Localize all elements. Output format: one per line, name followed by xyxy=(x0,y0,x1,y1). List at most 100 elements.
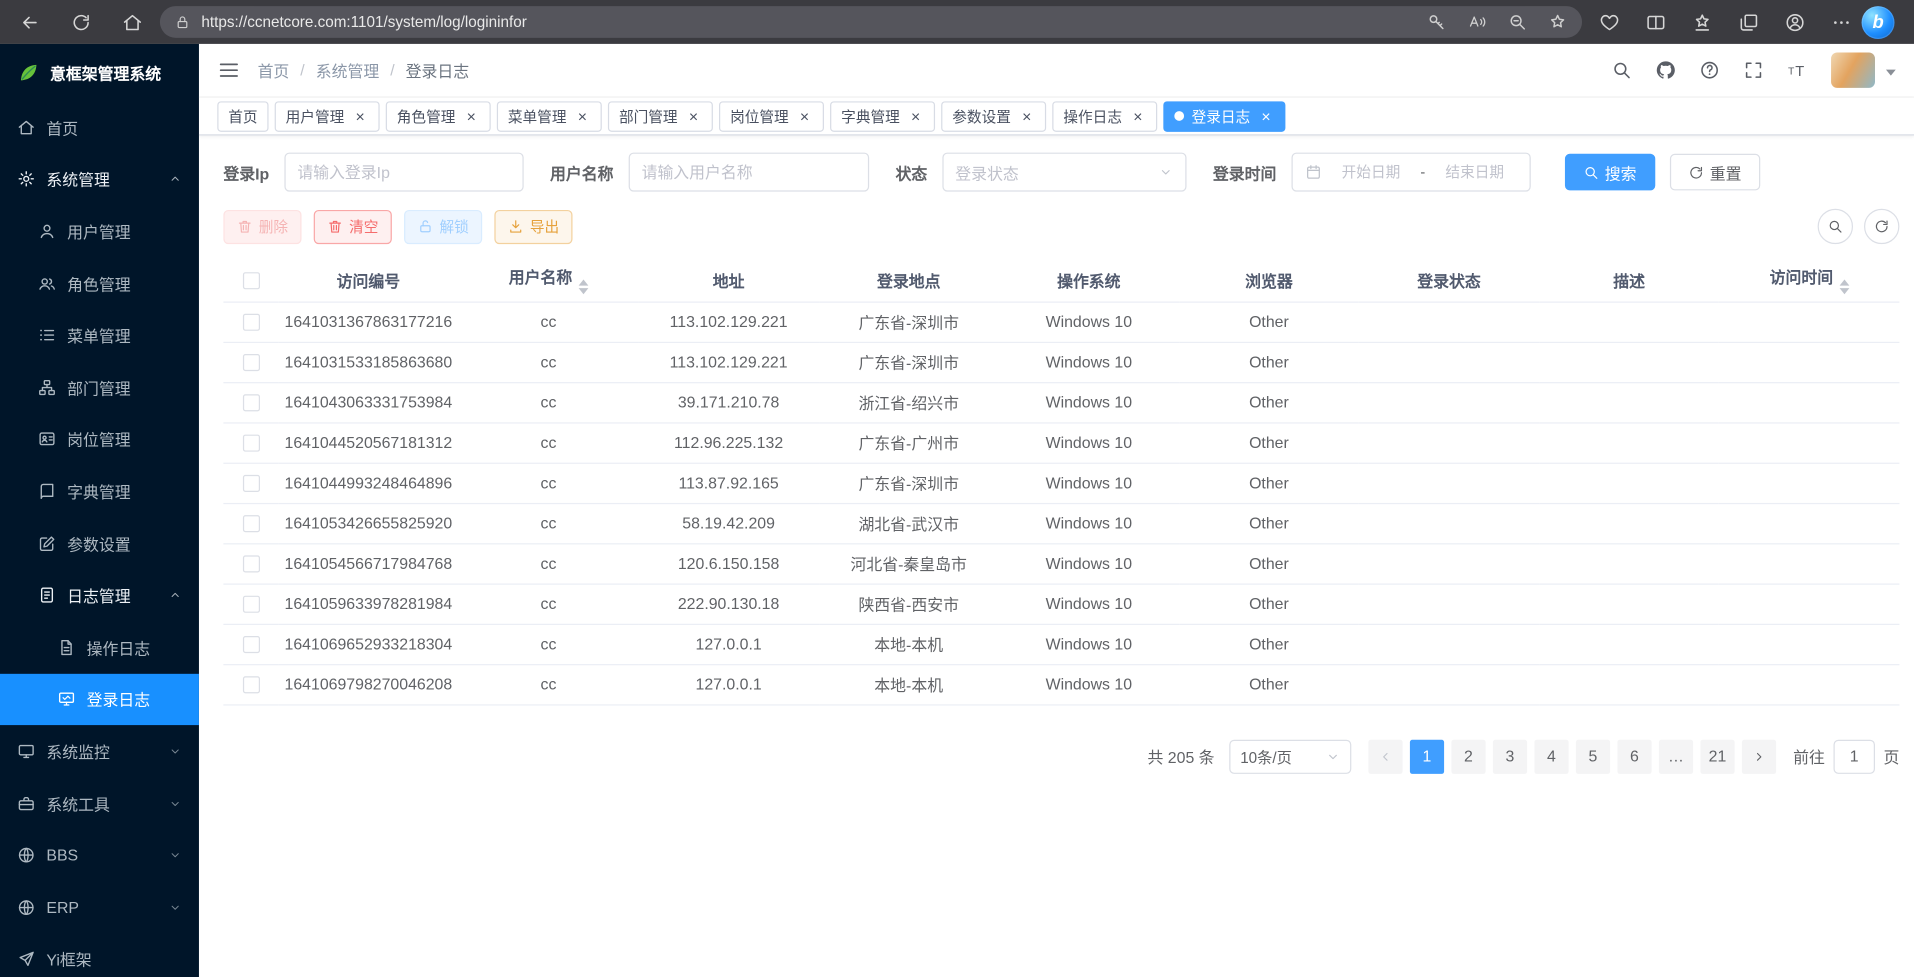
breadcrumb-item[interactable]: 首页 xyxy=(258,59,290,82)
start-date-input[interactable] xyxy=(1329,164,1413,181)
table-row[interactable]: 1641044993248464896cc113.87.92.165广东省-深圳… xyxy=(223,463,1899,503)
unlock-button[interactable]: 解锁 xyxy=(404,209,482,243)
tab-home[interactable]: 首页 xyxy=(217,101,268,132)
fullscreen-icon[interactable] xyxy=(1743,60,1764,81)
user-name-input[interactable] xyxy=(642,163,856,181)
column-header[interactable]: 登录地点 xyxy=(819,259,999,302)
github-icon[interactable] xyxy=(1655,60,1676,81)
login-ip-field[interactable] xyxy=(284,153,523,192)
close-icon[interactable]: × xyxy=(907,107,924,124)
sidebar-item-param-settings[interactable]: 参数设置 xyxy=(0,517,199,569)
profile-icon[interactable] xyxy=(1785,12,1806,33)
date-range-picker[interactable]: - xyxy=(1291,153,1530,192)
sort-icon[interactable] xyxy=(578,280,588,295)
column-header[interactable]: 浏览器 xyxy=(1179,259,1359,302)
select-all-checkbox[interactable] xyxy=(242,272,259,289)
tab-param-settings[interactable]: 参数设置× xyxy=(941,101,1046,132)
close-icon[interactable]: × xyxy=(1018,107,1035,124)
zoom-out-icon[interactable] xyxy=(1508,12,1528,32)
page-button-21[interactable]: 21 xyxy=(1700,739,1734,773)
sidebar-item-dict-mgmt[interactable]: 字典管理 xyxy=(0,465,199,517)
status-select[interactable]: 登录状态 xyxy=(942,153,1186,192)
sort-icon[interactable] xyxy=(1839,280,1849,295)
next-page-button[interactable] xyxy=(1742,739,1776,773)
column-header[interactable]: 描述 xyxy=(1539,259,1719,302)
address-bar[interactable]: https://ccnetcore.com:1101/system/log/lo… xyxy=(160,6,1582,38)
goto-page-input[interactable] xyxy=(1833,739,1875,773)
home-icon[interactable] xyxy=(122,12,143,33)
collections-icon[interactable] xyxy=(1738,12,1759,33)
question-icon[interactable] xyxy=(1699,60,1720,81)
row-checkbox[interactable] xyxy=(242,596,259,613)
favorites-bar-icon[interactable] xyxy=(1692,12,1713,33)
close-icon[interactable]: × xyxy=(685,107,702,124)
user-name-field[interactable] xyxy=(628,153,868,192)
end-date-input[interactable] xyxy=(1433,164,1517,181)
table-row[interactable]: 1641069652933218304cc127.0.0.1本地-本机Windo… xyxy=(223,624,1899,664)
row-checkbox[interactable] xyxy=(242,314,259,331)
sidebar-item-system-monitor[interactable]: 系统监控 xyxy=(0,725,199,777)
row-checkbox[interactable] xyxy=(242,677,259,694)
row-checkbox[interactable] xyxy=(242,435,259,452)
table-row[interactable]: 1641069798270046208cc127.0.0.1本地-本机Windo… xyxy=(223,664,1899,704)
column-header[interactable]: 地址 xyxy=(639,259,819,302)
sidebar-item-bbs[interactable]: BBS xyxy=(0,829,199,881)
back-arrow-icon[interactable] xyxy=(20,12,41,33)
sidebar-item-home[interactable]: 首页 xyxy=(0,101,199,153)
export-button[interactable]: 导出 xyxy=(494,209,572,243)
page-button-2[interactable]: 2 xyxy=(1451,739,1485,773)
tab-role-mgmt[interactable]: 角色管理× xyxy=(386,101,491,132)
tab-dict-mgmt[interactable]: 字典管理× xyxy=(830,101,935,132)
browser-essentials-icon[interactable] xyxy=(1599,12,1620,33)
tab-menu-mgmt[interactable]: 菜单管理× xyxy=(497,101,602,132)
search-button[interactable]: 搜索 xyxy=(1564,154,1654,191)
split-screen-icon[interactable] xyxy=(1646,12,1667,33)
page-button-4[interactable]: 4 xyxy=(1534,739,1568,773)
close-icon[interactable]: × xyxy=(574,107,591,124)
close-icon[interactable]: × xyxy=(352,107,369,124)
app-logo[interactable]: 意框架管理系统 xyxy=(0,44,199,101)
avatar[interactable] xyxy=(1831,52,1875,87)
page-size-select[interactable]: 10条/页 xyxy=(1229,739,1351,773)
row-checkbox[interactable] xyxy=(242,395,259,412)
row-checkbox[interactable] xyxy=(242,556,259,573)
column-header[interactable]: 访问编号 xyxy=(278,259,458,302)
table-row[interactable]: 1641053426655825920cc58.19.42.209湖北省-武汉市… xyxy=(223,503,1899,543)
more-pages-button[interactable]: … xyxy=(1659,739,1693,773)
column-header[interactable]: 登录状态 xyxy=(1359,259,1539,302)
sidebar-item-user-mgmt[interactable]: 用户管理 xyxy=(0,205,199,257)
delete-button[interactable]: 删除 xyxy=(223,209,301,243)
close-icon[interactable]: × xyxy=(1258,107,1275,124)
table-row[interactable]: 1641031367863177216cc113.102.129.221广东省-… xyxy=(223,302,1899,342)
table-row[interactable]: 1641054566717984768cc120.6.150.158河北省-秦皇… xyxy=(223,543,1899,583)
sidebar-item-erp[interactable]: ERP xyxy=(0,881,199,933)
hamburger-icon[interactable] xyxy=(217,59,240,82)
prev-page-button[interactable] xyxy=(1368,739,1402,773)
clear-button[interactable]: 清空 xyxy=(314,209,392,243)
sidebar-item-dept-mgmt[interactable]: 部门管理 xyxy=(0,361,199,413)
sidebar-item-role-mgmt[interactable]: 角色管理 xyxy=(0,257,199,309)
table-row[interactable]: 1641044520567181312cc112.96.225.132广东省-广… xyxy=(223,422,1899,462)
sidebar-item-post-mgmt[interactable]: 岗位管理 xyxy=(0,413,199,465)
sidebar-item-operation-log[interactable]: 操作日志 xyxy=(0,621,199,673)
table-row[interactable]: 1641031533185863680cc113.102.129.221广东省-… xyxy=(223,342,1899,382)
tab-post-mgmt[interactable]: 岗位管理× xyxy=(719,101,824,132)
close-icon[interactable]: × xyxy=(1129,107,1146,124)
tab-user-mgmt[interactable]: 用户管理× xyxy=(275,101,380,132)
font-size-icon[interactable]: TT xyxy=(1787,60,1808,81)
key-icon[interactable] xyxy=(1427,12,1447,32)
login-ip-input[interactable] xyxy=(297,163,509,181)
sidebar-item-menu-mgmt[interactable]: 菜单管理 xyxy=(0,309,199,361)
refresh-icon[interactable] xyxy=(71,12,92,33)
search-circle-button[interactable] xyxy=(1818,209,1853,244)
reset-button[interactable]: 重置 xyxy=(1669,154,1759,191)
tab-operation-log[interactable]: 操作日志× xyxy=(1052,101,1157,132)
tab-login-log[interactable]: 登录日志× xyxy=(1163,101,1285,132)
tab-dept-mgmt[interactable]: 部门管理× xyxy=(608,101,713,132)
sidebar-item-yi-framework[interactable]: Yi框架 xyxy=(0,933,199,977)
refresh-circle-button[interactable] xyxy=(1864,209,1899,244)
column-header[interactable]: 用户名称 xyxy=(458,259,638,302)
breadcrumb-item[interactable]: 系统管理 xyxy=(316,59,379,82)
favorites-add-icon[interactable] xyxy=(1548,12,1568,32)
more-horizontal-icon[interactable] xyxy=(1831,12,1852,33)
